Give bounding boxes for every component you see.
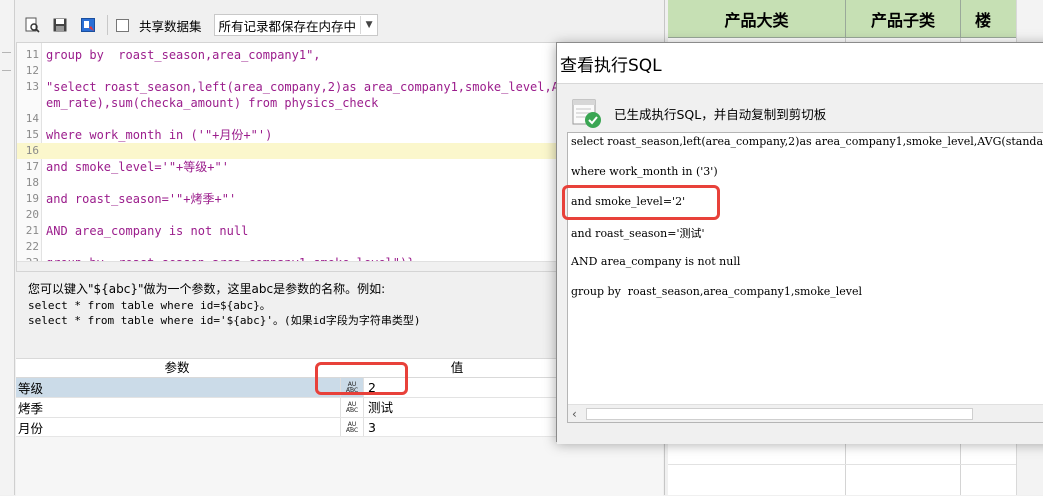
code-text: where work_month in ('"+月份+"')	[46, 128, 273, 142]
storage-mode-select[interactable]: 所有记录都保存在内存中 ▼	[213, 14, 379, 36]
toolbar-separator	[107, 15, 108, 35]
sql-line: and smoke_level='2'	[571, 195, 686, 208]
help-line: 您可以键入"${abc}"做为一个参数，这里abc是参数的名称。例如:	[28, 282, 386, 296]
sql-line: AND area_company is not null	[571, 255, 741, 268]
help-example-line: select * from table where id=${abc}。	[28, 298, 271, 312]
success-check-icon	[572, 99, 601, 128]
sql-line: and roast_season='测试'	[571, 227, 705, 240]
line-number: 18	[25, 176, 39, 189]
line-number: 13	[25, 80, 39, 93]
column-header-parameter[interactable]: 参数	[16, 359, 338, 377]
code-text: and roast_season='"+烤季+"'	[46, 192, 237, 206]
share-dataset-checkbox[interactable]	[116, 18, 129, 32]
dialog-message: 已生成执行SQL，并自动复制到剪切板	[614, 107, 827, 122]
parameters-table-header: 参数 值	[16, 359, 576, 378]
line-number: 22	[25, 240, 39, 253]
text-type-icon[interactable]: A̲U ABC	[340, 418, 363, 437]
line-number: 17	[25, 160, 39, 173]
scroll-left-icon[interactable]: ‹	[572, 407, 577, 421]
type-icon-bottom: ABC	[345, 386, 359, 394]
sheet-header-cell[interactable]: 产品大类	[668, 0, 846, 38]
text-type-icon[interactable]: A̲U ABC	[340, 378, 363, 397]
dialog-body: 已生成执行SQL，并自动复制到剪切板 select roast_season,l…	[557, 83, 1043, 444]
query-toolbar: 共享数据集 所有记录都保存在内存中 ▼	[15, 10, 665, 40]
line-number: 21	[25, 224, 39, 237]
code-text: and smoke_level='"+等级+"'	[46, 160, 229, 174]
storage-mode-value: 所有记录都保存在内存中	[218, 18, 357, 34]
text-type-icon[interactable]: A̲U ABC	[340, 398, 363, 417]
execute-sql-button[interactable]	[77, 14, 99, 36]
left-dock-strip	[0, 0, 15, 495]
parameters-table: 参数 值 等级 A̲U ABC 2 烤季 A̲U ABC 测试 月份 A̲U ABC 3	[16, 358, 576, 438]
sheet-gridline	[668, 464, 1043, 465]
parameter-help-text: 您可以键入"${abc}"做为一个参数，这里abc是参数的名称。例如: sele…	[28, 282, 568, 329]
line-number: 14	[25, 112, 39, 125]
line-number: 11	[25, 48, 39, 61]
type-icon-bottom: ABC	[345, 426, 359, 434]
line-number: 20	[25, 208, 39, 221]
sql-horizontal-scrollbar[interactable]: ‹	[568, 404, 1043, 422]
line-number: 16	[25, 144, 39, 157]
chevron-down-icon[interactable]: ▼	[360, 16, 377, 34]
preview-icon	[25, 17, 40, 33]
execute-sql-icon	[81, 18, 95, 32]
code-text: em_rate),sum(checka_amount) from physics…	[46, 96, 379, 110]
line-number: 12	[25, 64, 39, 77]
left-panel-empty-area	[16, 436, 663, 496]
strip-tick	[2, 70, 11, 71]
code-text: group by roast_season,area_company1",	[46, 48, 321, 62]
line-number: 19	[25, 192, 39, 205]
view-sql-dialog: 查看执行SQL 已生成执行SQL，并自动复制到剪切板 select roast_…	[556, 42, 1043, 444]
generated-sql-textarea[interactable]: select roast_season,left(area_company,2)…	[567, 132, 1043, 423]
preview-button[interactable]	[21, 14, 43, 36]
sheet-header-cell[interactable]: 产品子类	[846, 0, 961, 38]
parameter-value-input[interactable]: 3	[363, 418, 576, 437]
strip-tick	[2, 52, 11, 53]
sql-line: where work_month in ('3')	[571, 165, 718, 178]
parameter-value-input[interactable]: 2	[363, 378, 576, 397]
share-dataset-label: 共享数据集	[139, 18, 202, 34]
line-number: 15	[25, 128, 39, 141]
code-text: AND area_company is not null	[46, 224, 249, 238]
sql-line: select roast_season,left(area_company,2)…	[571, 135, 1043, 148]
parameter-row[interactable]: 等级 A̲U ABC 2	[16, 378, 576, 398]
save-button[interactable]	[49, 14, 71, 36]
parameter-name: 月份	[18, 421, 44, 436]
parameters-table-body: 等级 A̲U ABC 2 烤季 A̲U ABC 测试 月份 A̲U ABC 3	[16, 378, 576, 438]
sheet-header-cell[interactable]: 楼	[961, 0, 1021, 38]
parameter-value-input[interactable]: 测试	[363, 398, 576, 417]
scrollbar-thumb[interactable]	[586, 408, 973, 420]
save-icon	[53, 18, 67, 32]
parameter-row[interactable]: 烤季 A̲U ABC 测试	[16, 398, 576, 418]
sql-line: group by roast_season,area_company1,smok…	[571, 285, 862, 298]
dialog-title: 查看执行SQL	[560, 56, 662, 76]
parameter-name: 等级	[18, 381, 44, 396]
help-example-line: select * from table where id='${abc}'。(如…	[28, 314, 421, 327]
parameter-name: 烤季	[18, 401, 44, 416]
parameter-row[interactable]: 月份 A̲U ABC 3	[16, 418, 576, 438]
type-icon-bottom: ABC	[345, 406, 359, 414]
column-header-value[interactable]: 值	[338, 359, 576, 377]
code-text: "select roast_season,left(area_company,2…	[46, 80, 574, 94]
